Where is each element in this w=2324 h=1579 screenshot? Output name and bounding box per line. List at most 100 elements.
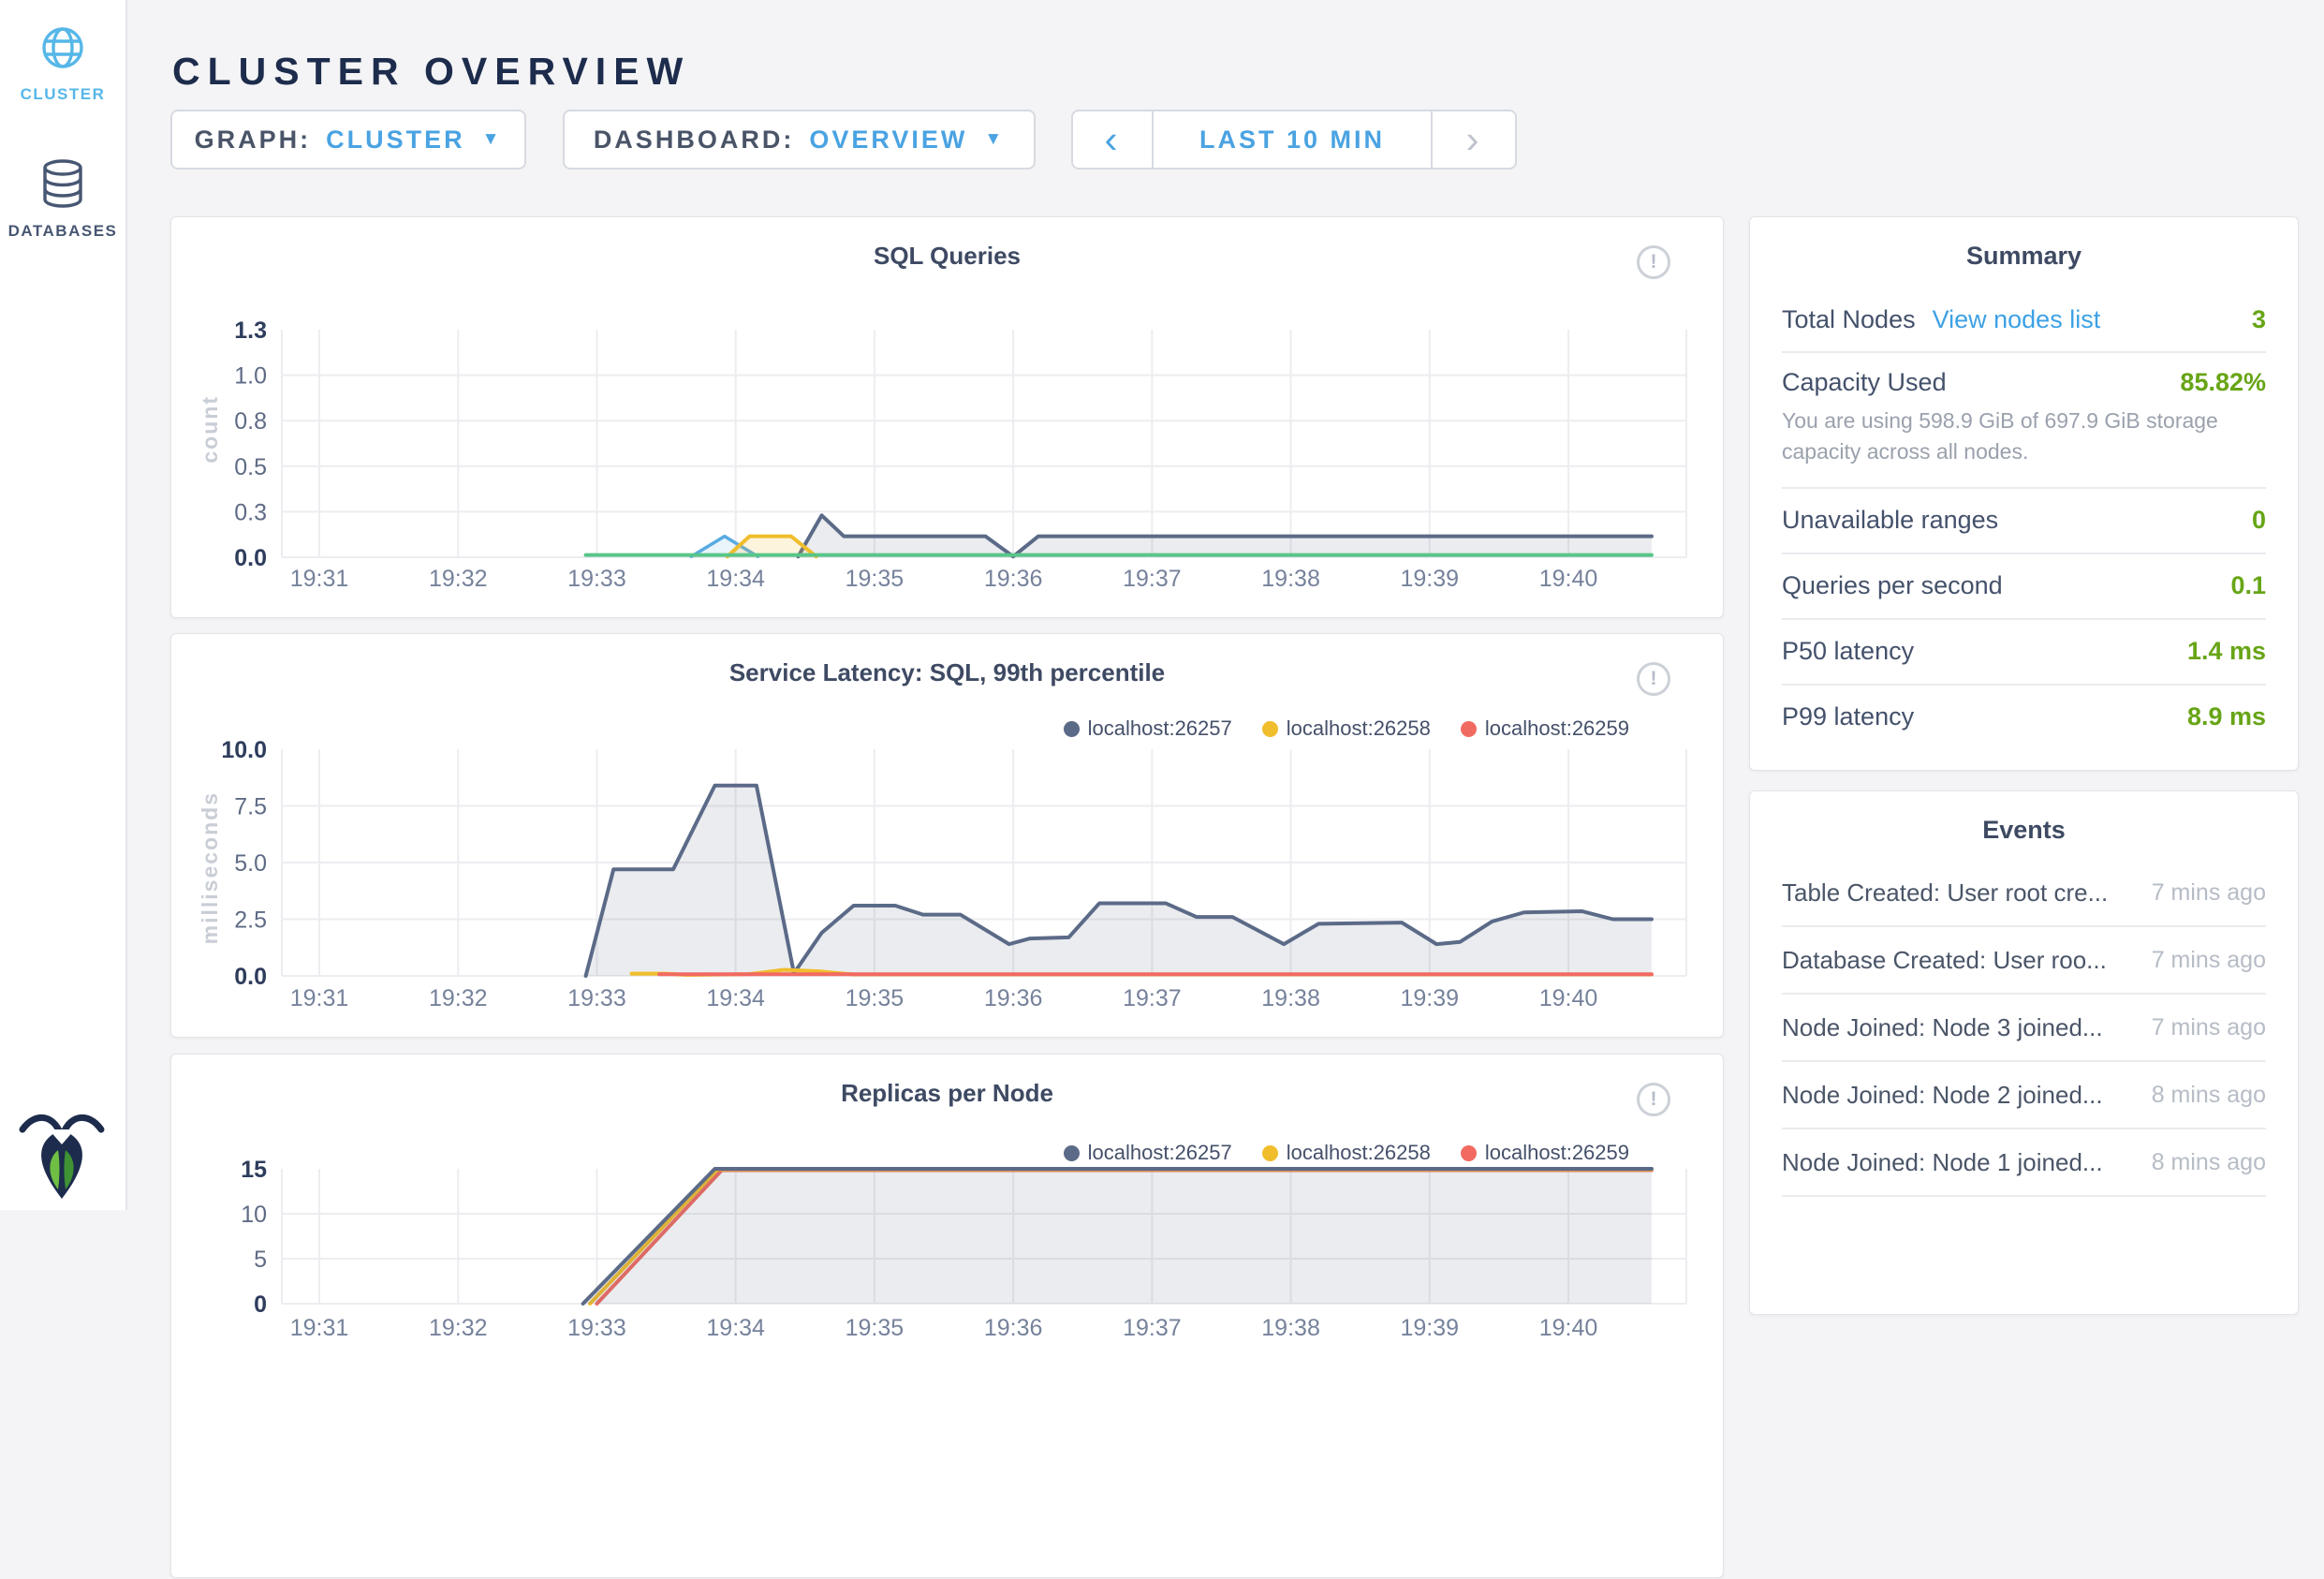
- svg-text:19:39: 19:39: [1401, 566, 1460, 592]
- replicas-per-node-panel: Replicas per Node localhost:26257 localh…: [170, 1054, 1724, 1578]
- time-window-label[interactable]: LAST 10 MIN: [1154, 125, 1431, 155]
- sidebar: CLUSTER DATABASES: [0, 0, 127, 1210]
- event-text: Table Created: User root cre...: [1782, 878, 2108, 908]
- svg-text:19:40: 19:40: [1539, 1315, 1598, 1341]
- svg-text:0.3: 0.3: [234, 499, 267, 525]
- dashboard-dropdown-label: DASHBOARD:: [594, 125, 795, 155]
- svg-text:5: 5: [254, 1247, 267, 1273]
- summary-title: Summary: [1750, 217, 2298, 271]
- event-text: Node Joined: Node 1 joined...: [1782, 1148, 2103, 1177]
- replicas-per-node-plot[interactable]: 0 5 10 15 19:31 19:32 19:33 19:34 19:35 19:36 19:3…: [171, 1055, 1725, 1579]
- summary-row-total-nodes: Total Nodes View nodes list 3: [1782, 288, 2266, 353]
- svg-text:19:31: 19:31: [290, 985, 349, 1011]
- summary-panel: Summary Total Nodes View nodes list 3 Ca…: [1749, 216, 2299, 771]
- sql-queries-plot[interactable]: 0.00.30.50.81.01.319:3119:3219:3319:3419…: [171, 217, 1725, 619]
- svg-text:15: 15: [241, 1157, 267, 1183]
- svg-text:19:31: 19:31: [290, 1315, 349, 1341]
- summary-row-p50: P50 latency 1.4 ms: [1782, 620, 2266, 686]
- event-time: 8 mins ago: [2152, 1082, 2266, 1109]
- summary-label: P99 latency: [1782, 702, 1914, 731]
- service-latency-panel: Service Latency: SQL, 99th percentile lo…: [170, 633, 1724, 1038]
- graph-dropdown[interactable]: GRAPH: CLUSTER ▼: [170, 110, 526, 170]
- svg-text:7.5: 7.5: [234, 794, 267, 820]
- svg-text:19:34: 19:34: [706, 985, 765, 1011]
- graph-dropdown-value: CLUSTER: [326, 125, 465, 155]
- svg-text:0.8: 0.8: [234, 408, 267, 435]
- summary-value: 1.4 ms: [2187, 637, 2266, 666]
- view-nodes-list-link[interactable]: View nodes list: [1933, 305, 2101, 334]
- sidebar-item-cluster[interactable]: CLUSTER: [0, 24, 125, 104]
- time-window-prev-button[interactable]: ‹: [1073, 111, 1154, 168]
- svg-text:19:37: 19:37: [1123, 566, 1182, 592]
- svg-text:19:32: 19:32: [429, 1315, 488, 1341]
- sidebar-item-label: DATABASES: [0, 222, 125, 241]
- svg-text:19:37: 19:37: [1123, 985, 1182, 1011]
- svg-text:0: 0: [254, 1291, 267, 1318]
- svg-text:0.0: 0.0: [234, 545, 267, 571]
- capacity-subtext: You are using 598.9 GiB of 697.9 GiB sto…: [1782, 406, 2246, 468]
- summary-label: Queries per second: [1782, 571, 2003, 600]
- sidebar-item-label: CLUSTER: [0, 85, 125, 104]
- event-row: Database Created: User roo... 7 mins ago: [1782, 927, 2266, 995]
- service-latency-plot[interactable]: 0.02.55.07.510.019:3119:3219:3319:3419:3…: [171, 634, 1725, 1039]
- svg-text:10: 10: [241, 1202, 267, 1228]
- summary-label: Unavailable ranges: [1782, 506, 1998, 535]
- svg-text:19:32: 19:32: [429, 566, 488, 592]
- summary-label: Total Nodes: [1782, 305, 1916, 334]
- svg-text:19:33: 19:33: [567, 566, 626, 592]
- svg-text:1.0: 1.0: [234, 363, 267, 390]
- cockroachdb-logo: [17, 1105, 107, 1203]
- summary-label: P50 latency: [1782, 637, 1914, 666]
- svg-text:19:40: 19:40: [1539, 566, 1598, 592]
- summary-row-unavailable-ranges: Unavailable ranges 0: [1782, 489, 2266, 554]
- dashboard-dropdown[interactable]: DASHBOARD: OVERVIEW ▼: [563, 110, 1036, 170]
- event-text: Node Joined: Node 2 joined...: [1782, 1081, 2103, 1110]
- summary-value: 3: [2252, 305, 2266, 334]
- event-row: Node Joined: Node 3 joined... 7 mins ago: [1782, 995, 2266, 1062]
- svg-text:19:40: 19:40: [1539, 985, 1598, 1011]
- svg-text:19:38: 19:38: [1261, 1315, 1320, 1341]
- sidebar-item-databases[interactable]: DATABASES: [0, 159, 125, 241]
- event-time: 7 mins ago: [2152, 879, 2266, 907]
- event-time: 7 mins ago: [2152, 1014, 2266, 1041]
- event-text: Node Joined: Node 3 joined...: [1782, 1013, 2103, 1042]
- summary-row-qps: Queries per second 0.1: [1782, 554, 2266, 620]
- chevron-down-icon: ▼: [984, 129, 1005, 150]
- svg-text:19:34: 19:34: [706, 1315, 765, 1341]
- svg-text:19:35: 19:35: [846, 1315, 905, 1341]
- svg-text:19:33: 19:33: [567, 1315, 626, 1341]
- page-title: CLUSTER OVERVIEW: [172, 50, 690, 94]
- summary-value: 0.1: [2230, 571, 2266, 600]
- summary-row-p99: P99 latency 8.9 ms: [1782, 686, 2266, 749]
- svg-text:19:31: 19:31: [290, 566, 349, 592]
- events-panel: Events Table Created: User root cre... 7…: [1749, 790, 2299, 1315]
- events-title: Events: [1750, 791, 2298, 845]
- event-row: Node Joined: Node 2 joined... 8 mins ago: [1782, 1062, 2266, 1129]
- svg-text:19:39: 19:39: [1401, 985, 1460, 1011]
- time-window-selector: ‹ LAST 10 MIN ›: [1071, 110, 1517, 170]
- svg-text:19:36: 19:36: [984, 566, 1043, 592]
- sql-queries-panel: SQL Queries count 0.00.30.50.81.01.319:3…: [170, 216, 1724, 618]
- svg-text:10.0: 10.0: [221, 737, 267, 763]
- svg-text:19:36: 19:36: [984, 1315, 1043, 1341]
- event-text: Database Created: User roo...: [1782, 946, 2107, 975]
- summary-value: 8.9 ms: [2187, 702, 2266, 731]
- svg-text:19:32: 19:32: [429, 985, 488, 1011]
- summary-row-capacity: Capacity Used 85.82% You are using 598.9…: [1782, 353, 2266, 489]
- svg-text:0.5: 0.5: [234, 454, 267, 480]
- svg-text:19:36: 19:36: [984, 985, 1043, 1011]
- svg-text:19:38: 19:38: [1261, 985, 1320, 1011]
- event-row: Node Joined: Node 1 joined... 8 mins ago: [1782, 1129, 2266, 1197]
- graph-dropdown-label: GRAPH:: [195, 125, 312, 155]
- svg-text:19:37: 19:37: [1123, 1315, 1182, 1341]
- svg-text:19:39: 19:39: [1401, 1315, 1460, 1341]
- svg-text:19:35: 19:35: [846, 985, 905, 1011]
- time-window-next-button[interactable]: ›: [1431, 111, 1515, 168]
- event-row: Table Created: User root cre... 7 mins a…: [1782, 860, 2266, 927]
- svg-text:2.5: 2.5: [234, 908, 267, 934]
- summary-label: Capacity Used: [1782, 368, 1947, 397]
- globe-icon: [39, 24, 86, 71]
- svg-text:0.0: 0.0: [234, 964, 267, 990]
- database-icon: [40, 159, 85, 208]
- chevron-down-icon: ▼: [482, 129, 503, 150]
